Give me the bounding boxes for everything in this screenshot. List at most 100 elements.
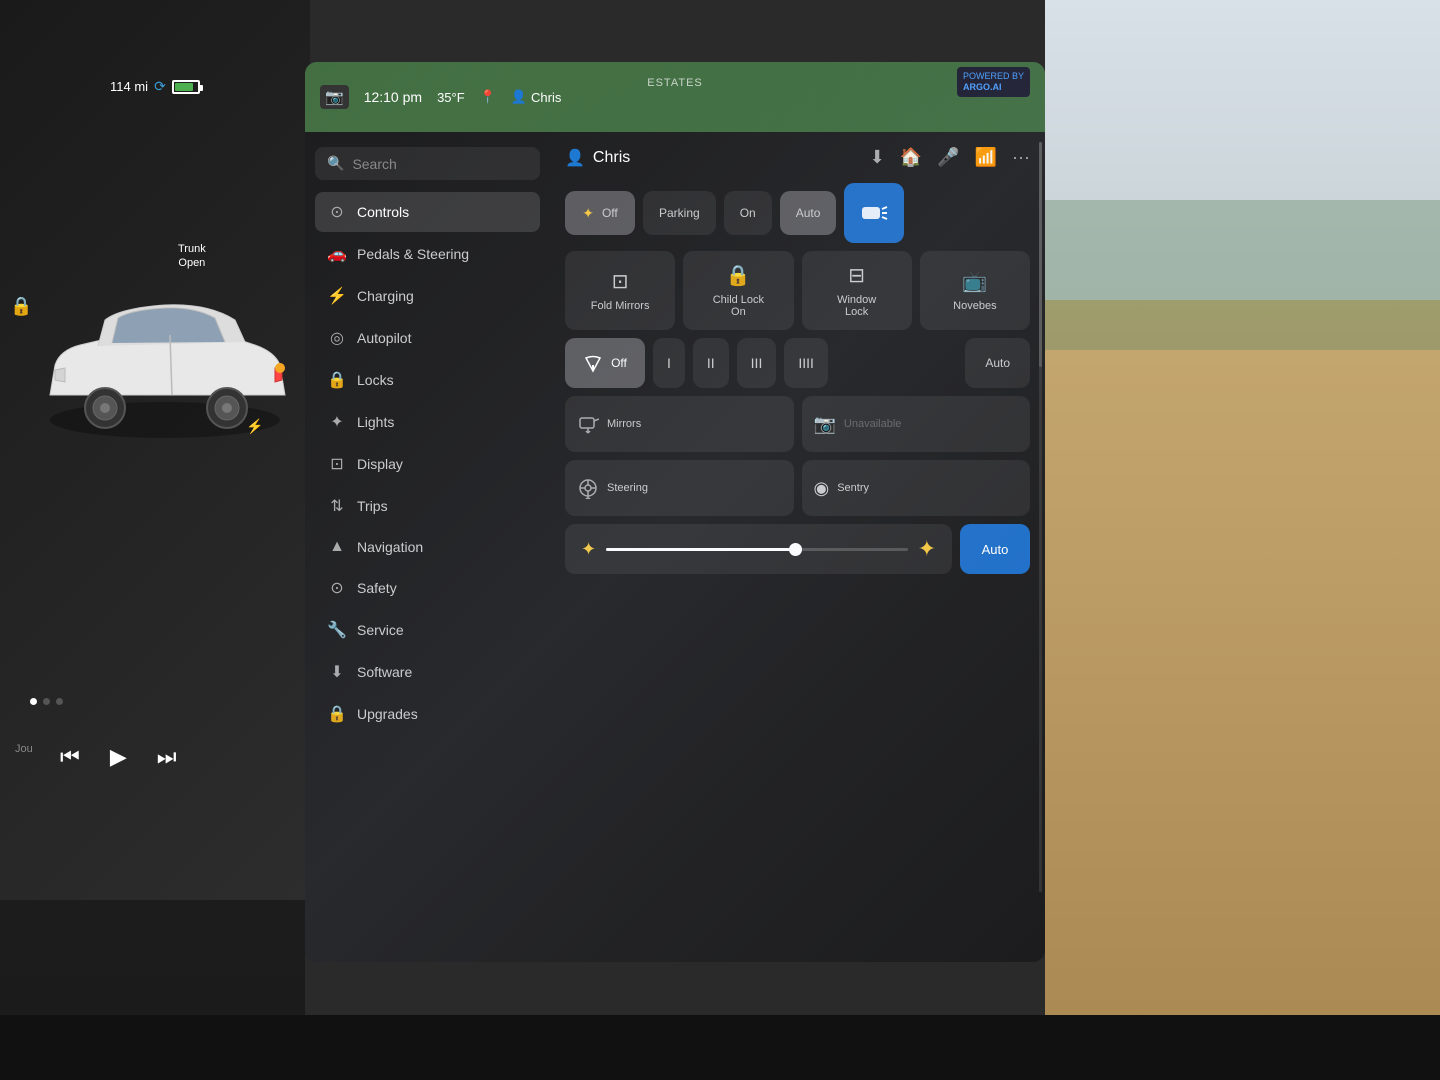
unavailable-label: Unavailable <box>844 418 901 430</box>
map-overlay: 📷 12:10 pm 35°F 📍 👤 Chris <box>305 62 1045 132</box>
sidebar-item-display[interactable]: ⊡ Display <box>315 444 540 484</box>
page-dots <box>30 698 63 705</box>
charge-indicator: ⚡ <box>246 418 263 435</box>
service-icon: 🔧 <box>327 620 347 640</box>
sidebar-item-autopilot[interactable]: ◎ Autopilot <box>315 318 540 358</box>
wiper-speed-3[interactable]: III <box>737 338 777 388</box>
scroll-bar[interactable] <box>1039 142 1042 892</box>
novebes-icon: 📺 <box>962 269 987 294</box>
profile-header: 👤 Chris ⬇ 🏠 🎤 📶 ··· <box>565 147 1030 168</box>
map-user: 👤 Chris <box>511 89 562 105</box>
sidebar-item-pedals[interactable]: 🚗 Pedals & Steering <box>315 234 540 274</box>
sentry-label: Sentry <box>837 482 869 494</box>
location-icon: 📍 <box>480 89 496 105</box>
sidebar-item-trips[interactable]: ⇅ Trips <box>315 486 540 526</box>
sidebar-item-safety[interactable]: ⊙ Safety <box>315 568 540 608</box>
sidebar-item-charging[interactable]: ⚡ Charging <box>315 276 540 316</box>
mirror-grid: ⊡ Fold Mirrors 🔒 Child LockOn ⊟ WindowLo… <box>565 251 1030 330</box>
safety-icon: ⊙ <box>327 578 347 598</box>
sidebar-item-controls[interactable]: ⊙ Controls <box>315 192 540 232</box>
brightness-sun-icon: ✦ <box>581 539 596 560</box>
prev-button[interactable]: ⏮ <box>60 744 80 770</box>
play-button[interactable]: ▶ <box>110 744 127 770</box>
parking-button[interactable]: Parking <box>643 191 716 235</box>
sidebar-item-locks[interactable]: 🔒 Locks <box>315 360 540 400</box>
wiper-speed-1[interactable]: I <box>653 338 685 388</box>
trees-scene <box>1045 200 1440 350</box>
search-bar[interactable]: 🔍 Search <box>315 147 540 180</box>
steering-adjust-button[interactable]: Steering <box>565 460 794 516</box>
lights-auto-button[interactable]: Auto <box>780 191 837 235</box>
map-temp: 35°F <box>437 90 465 105</box>
service-label: Service <box>357 622 404 638</box>
map-strip: 📷 12:10 pm 35°F 📍 👤 Chris POWERED BY ARG… <box>305 62 1045 132</box>
brightness-track[interactable] <box>606 548 907 551</box>
lights-on-button[interactable]: On <box>724 191 772 235</box>
window-lock-icon: ⊟ <box>848 263 865 288</box>
next-button[interactable]: ⏭ <box>157 744 177 770</box>
car-panel: 114 mi ⟳ 🔒 Trunk Open <box>0 0 310 900</box>
sidebar-item-service[interactable]: 🔧 Service <box>315 610 540 650</box>
brightness-auto-button[interactable]: Auto <box>960 524 1030 574</box>
home-icon[interactable]: 🏠 <box>900 147 922 168</box>
map-time: 12:10 pm <box>364 89 422 105</box>
wiper-speed-2[interactable]: II <box>693 338 729 388</box>
sidebar-item-software[interactable]: ⬇ Software <box>315 652 540 692</box>
main-content: 👤 Chris ⬇ 🏠 🎤 📶 ··· ✦ Off Parking On <box>550 132 1045 962</box>
sidebar: 🔍 Search ⊙ Controls 🚗 Pedals & Steering … <box>305 132 550 962</box>
lights-off-button[interactable]: ✦ Off <box>565 191 635 235</box>
dot-3 <box>56 698 63 705</box>
brightness-slider[interactable]: ✦ ✦ <box>565 524 952 574</box>
map-user-icon: 👤 <box>511 89 527 105</box>
more-icon[interactable]: ··· <box>1012 147 1030 168</box>
steering-icon <box>577 477 599 499</box>
brightness-section: ✦ ✦ Auto <box>565 524 1030 574</box>
lights-section: ✦ Off Parking On Auto <box>565 183 1030 243</box>
child-lock-button[interactable]: 🔒 Child LockOn <box>683 251 793 330</box>
sidebar-item-navigation[interactable]: ▲ Navigation <box>315 528 540 566</box>
wiper-speed-4[interactable]: IIII <box>784 338 828 388</box>
mirrors-label: Mirrors <box>607 418 641 430</box>
wiper-icon <box>583 353 603 373</box>
autopilot-label: Autopilot <box>357 330 411 346</box>
lights-icon: ✦ <box>327 412 347 432</box>
navigation-label: Navigation <box>357 539 423 555</box>
mirrors-adjust-button[interactable]: Mirrors <box>565 396 794 452</box>
controls-label: Controls <box>357 204 409 220</box>
tesla-panel: 📷 12:10 pm 35°F 📍 👤 Chris POWERED BY ARG… <box>305 62 1045 962</box>
controls-icon: ⊙ <box>327 202 347 222</box>
wiper-auto-button[interactable]: Auto <box>965 338 1030 388</box>
sync-icon: ⟳ <box>154 78 166 95</box>
lights-off-label: Off <box>602 206 618 220</box>
map-logo: POWERED BY ARGO.AI <box>957 67 1030 97</box>
profile-name: 👤 Chris <box>565 148 630 168</box>
trunk-label: Trunk Open <box>178 242 206 271</box>
now-playing: Jou <box>15 743 33 755</box>
dot-2 <box>43 698 50 705</box>
download-icon[interactable]: ⬇ <box>870 147 885 168</box>
brightness-sun-icon-large: ✦ <box>918 536 936 562</box>
fold-mirrors-button[interactable]: ⊡ Fold Mirrors <box>565 251 675 330</box>
media-controls[interactable]: ⏮ ▶ ⏭ <box>60 744 177 770</box>
search-placeholder: Search <box>352 156 396 172</box>
charging-label: Charging <box>357 288 414 304</box>
sentry-button[interactable]: ◉ Sentry <box>802 460 1031 516</box>
lights-label: Lights <box>357 414 394 430</box>
profile-icon: 👤 <box>565 148 585 168</box>
child-lock-label: Child LockOn <box>713 294 764 318</box>
lights-on-label: On <box>740 206 756 220</box>
upgrades-icon: 🔒 <box>327 704 347 724</box>
display-icon: ⊡ <box>327 454 347 474</box>
sidebar-item-upgrades[interactable]: 🔒 Upgrades <box>315 694 540 734</box>
locks-icon: 🔒 <box>327 370 347 390</box>
mic-icon[interactable]: 🎤 <box>937 147 959 168</box>
battery-display: 114 mi ⟳ <box>110 78 200 95</box>
signal-icon[interactable]: 📶 <box>975 147 997 168</box>
window-lock-button[interactable]: ⊟ WindowLock <box>802 251 912 330</box>
wipers-off-button[interactable]: Off <box>565 338 645 388</box>
locks-label: Locks <box>357 372 394 388</box>
novebes-button[interactable]: 📺 Novebes <box>920 251 1030 330</box>
lights-icon-button[interactable] <box>844 183 904 243</box>
brightness-thumb[interactable] <box>789 543 802 556</box>
sidebar-item-lights[interactable]: ✦ Lights <box>315 402 540 442</box>
